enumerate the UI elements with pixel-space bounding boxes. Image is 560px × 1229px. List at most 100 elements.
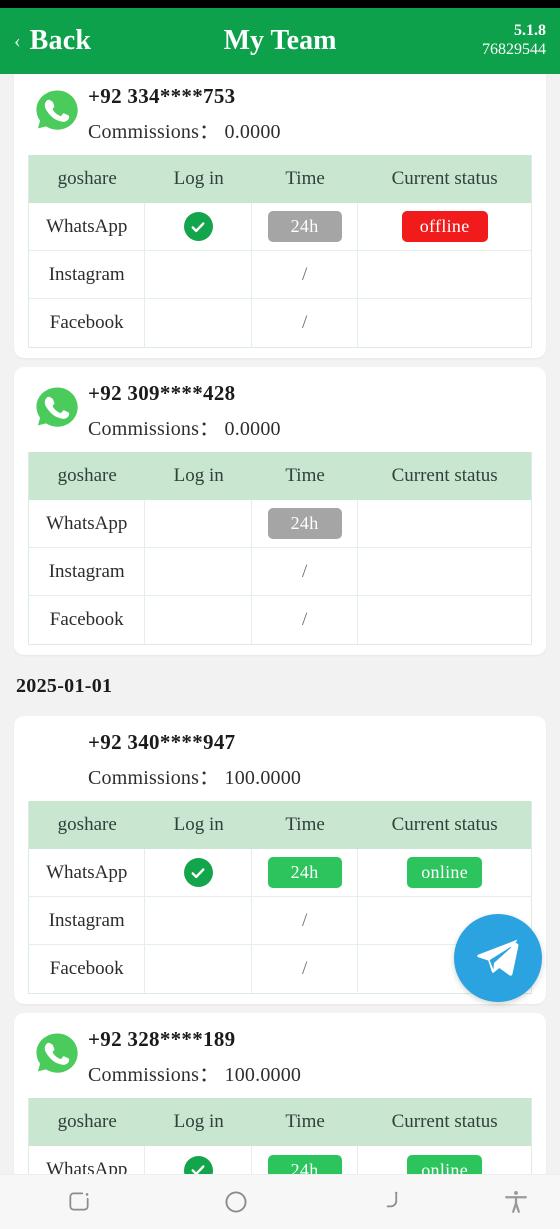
column-header-goshare: goshare xyxy=(57,1111,117,1132)
cell-status xyxy=(358,596,531,644)
telegram-send-icon xyxy=(477,939,519,976)
team-list-scroll[interactable]: +92 334****753 Commissions： 0.0000 goshare… xyxy=(0,74,560,1174)
column-header-login: Log in xyxy=(173,814,224,835)
back-arrow-icon xyxy=(387,1191,398,1208)
cell-time: / xyxy=(251,548,359,596)
table-header-row: goshare Log in Time Current status xyxy=(29,1098,531,1146)
cell-status xyxy=(358,548,531,596)
card-header: +92 334****753 Commissions： 0.0000 xyxy=(14,82,546,144)
table-row: Facebook / xyxy=(29,596,531,644)
card-header-text: +92 334****753 Commissions： 0.0000 xyxy=(88,82,281,144)
table-row: WhatsApp 24h online xyxy=(29,849,531,897)
avatar xyxy=(26,379,88,436)
column-header-time: Time xyxy=(285,168,325,189)
login-check-icon xyxy=(183,212,213,241)
user-id: 76829544 xyxy=(482,41,546,58)
cell-login xyxy=(145,849,252,897)
avatar xyxy=(26,1025,88,1082)
member-phone: +92 309****428 xyxy=(88,381,236,405)
cell-time: 24h xyxy=(251,849,359,897)
date-separator: 2025-01-01 xyxy=(16,675,113,697)
time-badge: 24h xyxy=(267,211,342,242)
nav-back-button[interactable] xyxy=(315,1189,472,1215)
empty-value: / xyxy=(301,909,308,931)
team-member-card[interactable]: +92 309****428 Commissions： 0.0000 goshare… xyxy=(14,367,546,655)
table-row: WhatsApp 24h online xyxy=(29,1146,531,1174)
card-header: +92 309****428 Commissions： 0.0000 xyxy=(14,379,546,441)
whatsapp-icon xyxy=(32,383,82,434)
cell-status xyxy=(358,251,531,299)
cell-login xyxy=(145,500,252,548)
table-header-row: goshare Log in Time Current status xyxy=(29,452,531,500)
cell-platform: Instagram xyxy=(29,897,146,945)
recents-icon xyxy=(69,1192,89,1211)
cell-status: online xyxy=(358,849,531,897)
column-header-login: Log in xyxy=(173,1111,224,1132)
table-row: WhatsApp 24h xyxy=(29,500,531,548)
cell-platform: WhatsApp xyxy=(29,1146,146,1174)
cell-status xyxy=(358,500,531,548)
team-member-card[interactable]: +92 328****189 Commissions： 100.0000 gosha… xyxy=(14,1013,546,1174)
column-header-goshare: goshare xyxy=(57,465,117,486)
column-header-status: Current status xyxy=(391,465,498,486)
cell-platform: Facebook xyxy=(29,596,146,644)
time-badge: 24h xyxy=(267,508,342,539)
cell-platform: Instagram xyxy=(29,548,146,596)
member-phone: +92 334****753 xyxy=(88,84,236,108)
table-row: Instagram / xyxy=(29,548,531,596)
back-label: Back xyxy=(29,25,92,56)
cell-login xyxy=(145,203,252,251)
app-header: ‹ Back My Team 5.1.8 76829544 xyxy=(0,8,560,74)
whatsapp-icon xyxy=(32,1029,82,1080)
home-circle-icon xyxy=(225,1191,247,1213)
avatar xyxy=(26,728,88,730)
table-row: WhatsApp 24h offline xyxy=(29,203,531,251)
column-header-status: Current status xyxy=(391,814,498,835)
cell-platform: WhatsApp xyxy=(29,203,146,251)
cell-platform: WhatsApp xyxy=(29,500,146,548)
status-badge-online: online xyxy=(407,857,483,888)
status-bar xyxy=(0,0,560,8)
login-check-icon xyxy=(183,858,213,887)
time-badge: 24h xyxy=(267,1154,342,1174)
team-member-card[interactable]: +92 334****753 Commissions： 0.0000 goshare… xyxy=(14,74,546,358)
column-header-login: Log in xyxy=(173,168,224,189)
column-header-status: Current status xyxy=(391,1111,498,1132)
app-root: ‹ Back My Team 5.1.8 76829544 +92 334***… xyxy=(0,0,560,1229)
chevron-left-icon: ‹ xyxy=(14,30,21,52)
platform-table: goshare Log in Time Current status WhatsApp 2… xyxy=(28,452,532,645)
cell-time: / xyxy=(252,945,359,993)
cell-time: 24h xyxy=(251,500,359,548)
card-header-text: +92 328****189 Commissions： 100.0000 xyxy=(88,1025,301,1087)
empty-value: / xyxy=(301,263,308,285)
platform-table: goshare Log in Time Current status WhatsApp 2… xyxy=(28,155,532,348)
cell-login xyxy=(145,299,252,347)
cell-time: / xyxy=(252,299,359,347)
member-phone: +92 328****189 xyxy=(88,1027,236,1051)
nav-home-button[interactable] xyxy=(157,1188,314,1216)
nav-accessibility-button[interactable] xyxy=(472,1189,560,1215)
card-header-text: +92 340****947 Commissions： 100.0000 xyxy=(88,728,301,790)
member-commissions: Commissions： 0.0000 xyxy=(88,121,281,143)
back-button[interactable]: ‹ Back xyxy=(14,25,91,57)
status-badge-offline: offline xyxy=(401,211,488,242)
table-row: Instagram / xyxy=(29,251,531,299)
table-header-row: goshare Log in Time Current status xyxy=(29,155,531,203)
column-header-login: Log in xyxy=(173,465,224,486)
column-header-time: Time xyxy=(285,1111,325,1132)
card-header: +92 328****189 Commissions： 100.0000 xyxy=(14,1025,546,1087)
member-commissions: Commissions： 100.0000 xyxy=(88,767,302,789)
whatsapp-icon xyxy=(32,86,82,137)
cell-login xyxy=(145,1146,252,1174)
login-check-icon xyxy=(183,1155,213,1174)
platform-table: goshare Log in Time Current status WhatsApp 2… xyxy=(28,1098,532,1174)
card-header: +92 340****947 Commissions： 100.0000 xyxy=(14,728,546,790)
empty-value: / xyxy=(301,958,308,979)
nav-recents-button[interactable] xyxy=(0,1189,157,1215)
accessibility-icon xyxy=(505,1190,527,1213)
telegram-fab-button[interactable] xyxy=(454,914,542,1002)
cell-login xyxy=(145,897,252,945)
member-commissions: Commissions： 0.0000 xyxy=(88,418,281,440)
cell-time: / xyxy=(252,596,359,644)
avatar xyxy=(26,82,88,139)
